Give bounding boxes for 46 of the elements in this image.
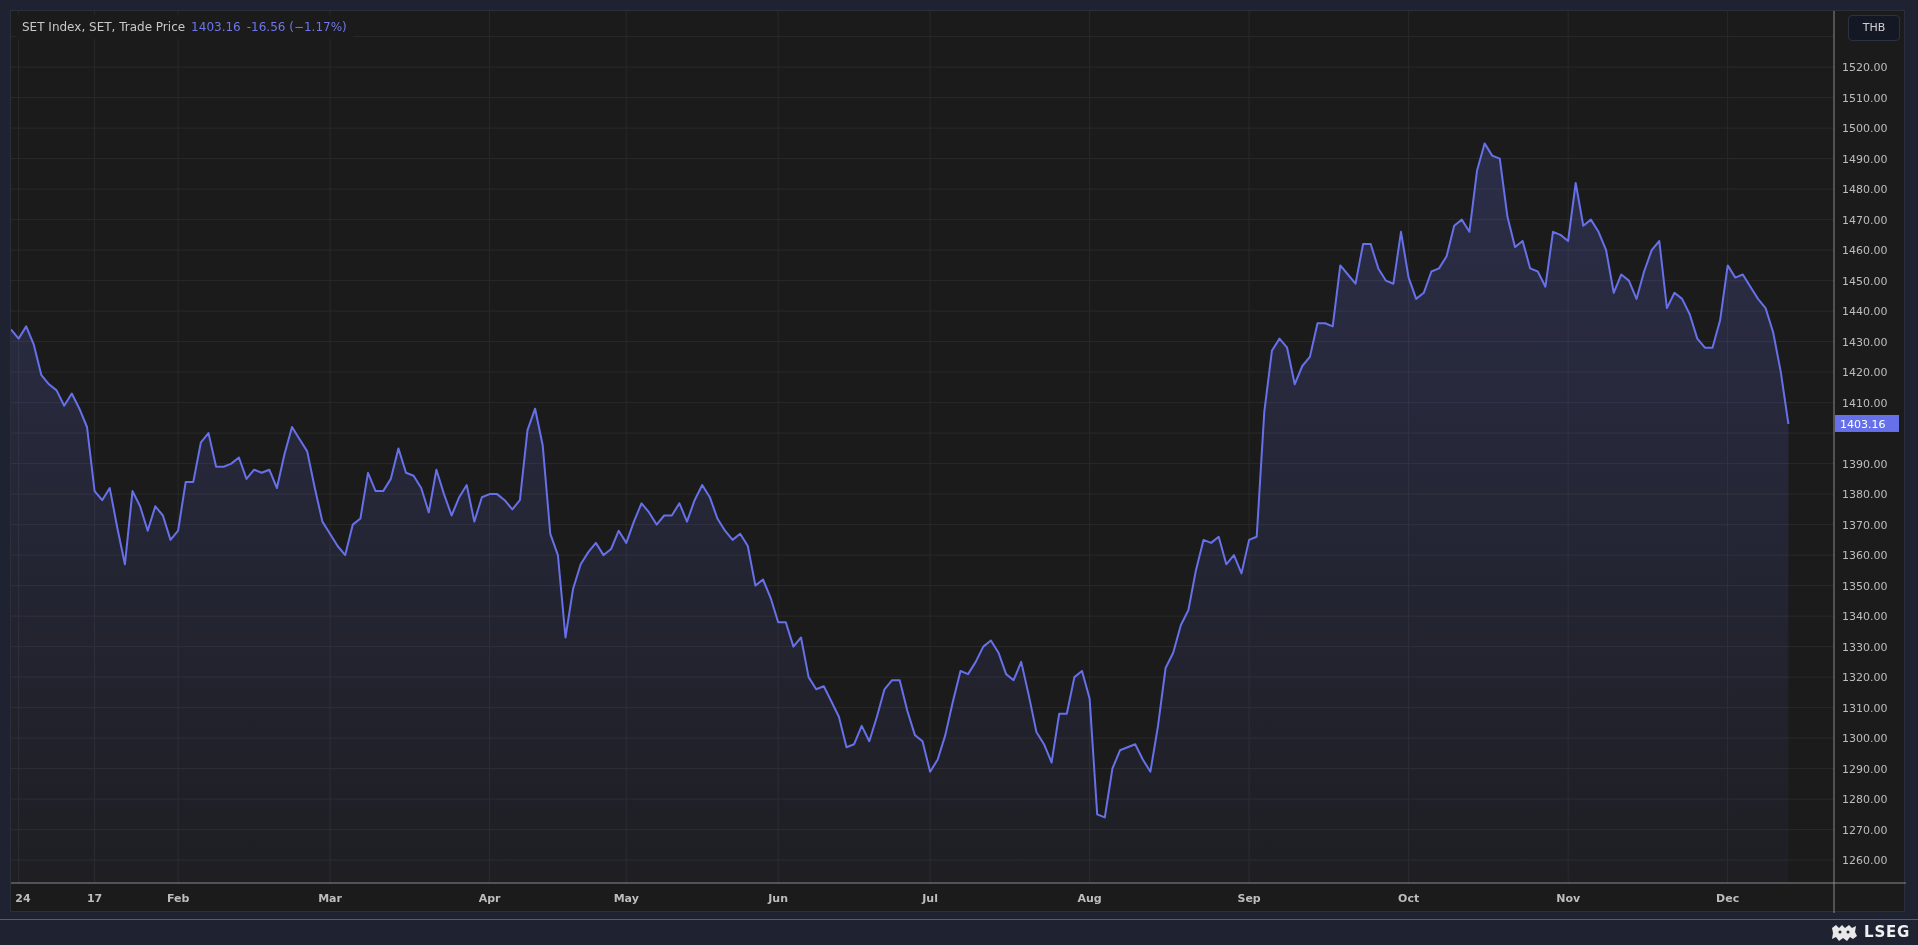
x-axis-label: Feb [166, 892, 190, 905]
x-axis-label: Nov [1556, 892, 1581, 905]
y-axis-label: 1460.00 [1842, 244, 1888, 258]
y-axis-label: 1430.00 [1842, 335, 1888, 349]
x-axis-label: Sep [1237, 892, 1261, 905]
x-axis-label: Mar [318, 892, 342, 905]
currency-button[interactable]: THB [1848, 15, 1900, 41]
y-axis-label: 1480.00 [1842, 183, 1888, 197]
x-axis-label: 24 [15, 892, 31, 905]
y-axis-label: 1510.00 [1842, 91, 1888, 105]
legend-change: -16.56 (−1.17%) [246, 19, 347, 36]
y-axis-label: 1500.00 [1842, 122, 1888, 136]
x-axis-label: Jun [768, 892, 789, 905]
y-axis-label: 1410.00 [1842, 396, 1888, 410]
x-axis-label: Dec [1716, 892, 1740, 905]
legend-title: SET Index, SET, Trade Price [22, 19, 186, 36]
y-axis-label: 1300.00 [1842, 732, 1888, 746]
logo-text: LSEG [1864, 922, 1910, 944]
x-axis-label: Jul [922, 892, 938, 905]
y-axis-label: 1440.00 [1842, 305, 1888, 319]
x-axis-label: 17 [86, 892, 103, 905]
y-axis-label: 1390.00 [1842, 457, 1888, 471]
y-axis-label: 1320.00 [1842, 671, 1888, 685]
y-axis-label: 1360.00 [1842, 549, 1888, 563]
legend-price: 1403.16 [191, 19, 241, 36]
y-axis-label: 1270.00 [1842, 823, 1888, 837]
x-axis-label: Oct [1398, 892, 1420, 905]
y-axis-label: 1340.00 [1842, 610, 1888, 624]
y-axis-label: 1450.00 [1842, 274, 1888, 288]
y-axis-label: 1280.00 [1842, 793, 1888, 807]
y-axis-label: 1310.00 [1842, 701, 1888, 715]
x-axis-label: May [613, 892, 639, 905]
y-axis-label: 1490.00 [1842, 152, 1888, 166]
y-axis-label: 1350.00 [1842, 579, 1888, 593]
y-axis-label: 1330.00 [1842, 640, 1888, 654]
lion-logo-icon [1830, 923, 1859, 942]
y-axis-label: 1470.00 [1842, 213, 1888, 227]
y-axis-label: 1290.00 [1842, 762, 1888, 776]
last-price-badge: 1403.16 [1835, 414, 1899, 432]
x-axis-label: Apr [478, 892, 501, 905]
y-axis-label: 1420.00 [1842, 366, 1888, 380]
y-axis-label: 1260.00 [1842, 854, 1888, 868]
y-axis-label: 1380.00 [1842, 488, 1888, 502]
x-axis-label: Aug [1077, 892, 1102, 905]
y-axis-label: 1520.00 [1842, 61, 1888, 75]
y-axis-label: 1370.00 [1842, 518, 1888, 532]
